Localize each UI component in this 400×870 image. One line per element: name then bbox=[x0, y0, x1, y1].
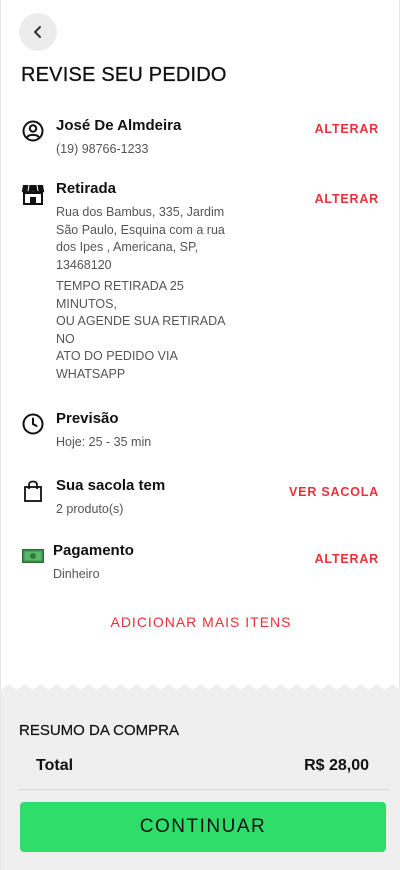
change-payment-button[interactable]: ALTERAR bbox=[315, 552, 379, 566]
bag-count: 2 produto(s) bbox=[56, 502, 124, 516]
forecast-label: Previsão bbox=[56, 410, 119, 427]
shopping-bag-icon bbox=[21, 479, 45, 503]
total-value: R$ 28,00 bbox=[304, 757, 369, 774]
back-button[interactable] bbox=[19, 13, 57, 51]
review-order-page: REVISE SEU PEDIDO José De Almdeira (19) … bbox=[0, 0, 400, 870]
address-line: Rua dos Bambus, 335, Jardim bbox=[56, 205, 225, 219]
customer-section: José De Almdeira (19) 98766-1233 ALTERAR bbox=[21, 117, 383, 157]
note-line: ATO DO PEDIDO VIA bbox=[56, 349, 178, 363]
note-line: TEMPO RETIRADA 25 bbox=[56, 279, 184, 293]
continue-button[interactable]: CONTINUAR bbox=[20, 802, 386, 852]
pickup-section: Retirada Rua dos Bambus, 335, Jardim São… bbox=[21, 180, 383, 390]
note-line: NO bbox=[56, 331, 75, 346]
bag-section: Sua sacola tem 2 produto(s) VER SACOLA bbox=[21, 477, 383, 517]
user-circle-icon bbox=[21, 119, 45, 143]
clock-icon bbox=[21, 412, 45, 436]
payment-method: Dinheiro bbox=[53, 567, 100, 581]
pickup-note: TEMPO RETIRADA 25 MINUTOS, OU AGENDE SUA… bbox=[56, 278, 246, 383]
page-title: REVISE SEU PEDIDO bbox=[21, 64, 227, 86]
summary-divider bbox=[19, 789, 389, 790]
change-customer-button[interactable]: ALTERAR bbox=[315, 122, 379, 136]
view-bag-button[interactable]: VER SACOLA bbox=[289, 485, 379, 499]
store-icon bbox=[21, 182, 45, 206]
note-line: OU AGENDE SUA RETIRADA bbox=[56, 314, 226, 328]
chevron-left-icon bbox=[34, 26, 41, 38]
customer-phone: (19) 98766-1233 bbox=[56, 142, 149, 156]
add-more-items-link[interactable]: ADICIONAR MAIS ITENS bbox=[1, 614, 400, 630]
receipt-edge bbox=[1, 684, 400, 698]
address-line: São Paulo, Esquina com a rua bbox=[56, 222, 225, 237]
summary-title: RESUMO DA COMPRA bbox=[19, 722, 180, 739]
pickup-label: Retirada bbox=[56, 180, 117, 197]
note-line: WHATSAPP bbox=[56, 366, 126, 381]
customer-name: José De Almdeira bbox=[56, 117, 182, 134]
payment-section: Pagamento Dinheiro ALTERAR bbox=[21, 542, 383, 582]
cash-icon bbox=[21, 544, 45, 568]
address-line: dos Ipes , Americana, SP, bbox=[56, 240, 199, 254]
total-label: Total bbox=[36, 757, 74, 774]
forecast-value: Hoje: 25 - 35 min bbox=[56, 435, 152, 449]
bag-label: Sua sacola tem bbox=[56, 477, 166, 494]
pickup-address: Rua dos Bambus, 335, Jardim São Paulo, E… bbox=[56, 204, 225, 274]
payment-label: Pagamento bbox=[53, 542, 134, 559]
forecast-section: Previsão Hoje: 25 - 35 min bbox=[21, 410, 383, 450]
change-pickup-button[interactable]: ALTERAR bbox=[315, 192, 379, 206]
address-line: 13468120 bbox=[56, 257, 112, 272]
note-line: MINUTOS, bbox=[56, 296, 117, 311]
